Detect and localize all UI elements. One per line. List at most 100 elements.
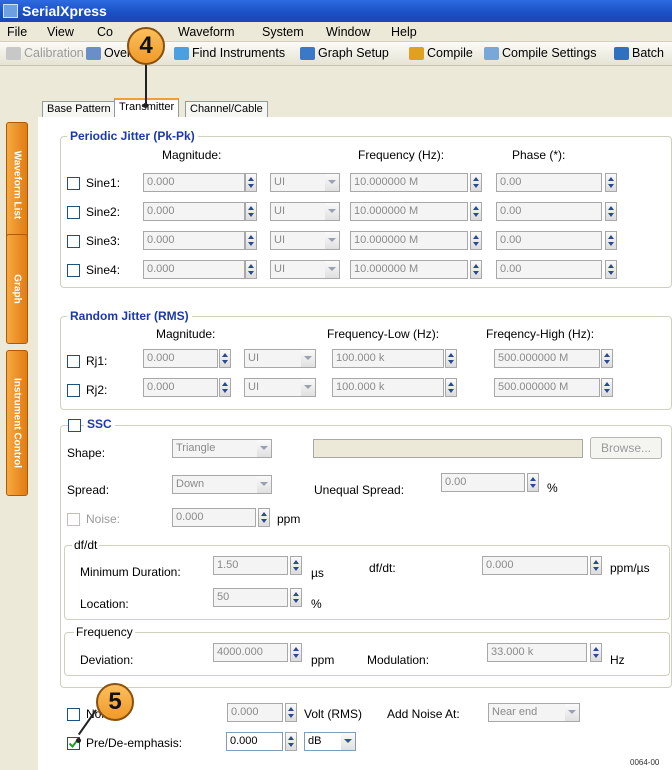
rj2-unit-dropdown[interactable]: UI	[244, 378, 316, 397]
sine2-unit-dropdown[interactable]: UI	[270, 202, 340, 221]
location-unit: %	[311, 597, 322, 611]
rj2-frequency-high-spinner[interactable]	[601, 378, 613, 397]
sine2-phase-spinner[interactable]	[605, 202, 617, 221]
rj2-frequency-low-spinner[interactable]	[445, 378, 457, 397]
batch-button[interactable]: Batch	[614, 46, 664, 60]
deviation-field[interactable]: 4000.000	[213, 643, 288, 662]
unequal-spread-field[interactable]: 0.00	[441, 473, 525, 492]
sine3-unit-dropdown[interactable]: UI	[270, 231, 340, 250]
rj2-label: Rj2:	[86, 383, 108, 397]
rj1-checkbox[interactable]	[67, 355, 80, 368]
rj2-magnitude-spinner[interactable]	[219, 378, 231, 397]
shape-file-field[interactable]	[313, 439, 583, 458]
compile-settings-button[interactable]: Compile Settings	[484, 46, 597, 60]
shape-dropdown[interactable]: Triangle	[172, 439, 272, 458]
sine4-magnitude[interactable]: 0.000	[143, 260, 245, 279]
pre-de-emphasis-spinner[interactable]	[285, 732, 297, 751]
rj1-frequency-high[interactable]: 500.000000 M	[494, 349, 600, 368]
sine4-magnitude-spinner[interactable]	[245, 260, 257, 279]
calibration-button[interactable]: Calibration	[6, 46, 84, 60]
menu-system[interactable]: System	[262, 25, 304, 39]
phase-header: Phase (*):	[512, 148, 566, 162]
sine2-magnitude-spinner[interactable]	[245, 202, 257, 221]
browse-button[interactable]: Browse...	[590, 437, 662, 459]
modulation-field[interactable]: 33.000 k	[487, 643, 587, 662]
location-spinner[interactable]	[290, 588, 302, 607]
sine3-magnitude-spinner[interactable]	[245, 231, 257, 250]
rj2-checkbox[interactable]	[67, 384, 80, 397]
ssc-noise-spinner[interactable]	[258, 508, 270, 527]
sine3-phase[interactable]: 0.00	[496, 231, 602, 250]
pre-de-emphasis-unit-dropdown[interactable]: dB	[304, 732, 356, 751]
sidebar-tab-graph[interactable]: Graph	[6, 234, 28, 344]
pre-de-emphasis-field[interactable]: 0.000	[226, 732, 283, 751]
tab-channel-cable[interactable]: Channel/Cable	[185, 101, 268, 118]
rj1-frequency-low[interactable]: 100.000 k	[332, 349, 444, 368]
sine4-frequency[interactable]: 10.000000 M	[350, 260, 468, 279]
sine2-phase[interactable]: 0.00	[496, 202, 602, 221]
dfdt-unit: ppm/µs	[610, 561, 650, 575]
menu-waveform[interactable]: Waveform	[178, 25, 235, 39]
unequal-spread-spinner[interactable]	[527, 473, 539, 492]
deviation-spinner[interactable]	[290, 643, 302, 662]
noise-checkbox[interactable]	[67, 708, 80, 721]
sine2-frequency-spinner[interactable]	[470, 202, 482, 221]
sine3-checkbox[interactable]	[67, 235, 80, 248]
dfdt-field[interactable]: 0.000	[482, 556, 588, 575]
menu-file[interactable]: File	[7, 25, 27, 39]
menu-view[interactable]: View	[47, 25, 74, 39]
ssc-checkbox[interactable]	[68, 419, 81, 432]
sine4-checkbox[interactable]	[67, 264, 80, 277]
ssc-noise-field[interactable]: 0.000	[172, 508, 256, 527]
rj2-frequency-high[interactable]: 500.000000 M	[494, 378, 600, 397]
sine3-frequency[interactable]: 10.000000 M	[350, 231, 468, 250]
rj1-magnitude-spinner[interactable]	[219, 349, 231, 368]
add-noise-at-dropdown[interactable]: Near end	[488, 703, 580, 722]
sidebar-tab-waveform-list[interactable]: Waveform List	[6, 122, 28, 247]
min-duration-spinner[interactable]	[290, 556, 302, 575]
sidebar-tab-instrument-control[interactable]: Instrument Control	[6, 350, 28, 496]
sine1-checkbox[interactable]	[67, 177, 80, 190]
sine1-frequency[interactable]: 10.000000 M	[350, 173, 468, 192]
ssc-noise-checkbox[interactable]	[67, 513, 80, 526]
rj2-magnitude[interactable]: 0.000	[143, 378, 218, 397]
sine2-checkbox[interactable]	[67, 206, 80, 219]
sine1-phase[interactable]: 0.00	[496, 173, 602, 192]
sine3-frequency-spinner[interactable]	[470, 231, 482, 250]
menu-co[interactable]: Co	[97, 25, 113, 39]
callout-4: 4	[127, 27, 165, 65]
sine3-phase-spinner[interactable]	[605, 231, 617, 250]
sine2-frequency[interactable]: 10.000000 M	[350, 202, 468, 221]
sine1-unit-dropdown[interactable]: UI	[270, 173, 340, 192]
noise-spinner[interactable]	[285, 703, 297, 722]
spread-dropdown[interactable]: Down	[172, 475, 272, 494]
menu-window[interactable]: Window	[326, 25, 370, 39]
rj1-unit-dropdown[interactable]: UI	[244, 349, 316, 368]
find-instruments-button[interactable]: Find Instruments	[174, 46, 285, 60]
sine3-magnitude[interactable]: 0.000	[143, 231, 245, 250]
sine4-frequency-spinner[interactable]	[470, 260, 482, 279]
graph-setup-button[interactable]: Graph Setup	[300, 46, 389, 60]
sine1-phase-spinner[interactable]	[605, 173, 617, 192]
rj2-frequency-low[interactable]: 100.000 k	[332, 378, 444, 397]
sine4-phase[interactable]: 0.00	[496, 260, 602, 279]
noise-field[interactable]: 0.000	[227, 703, 283, 722]
tab-base-pattern[interactable]: Base Pattern	[42, 101, 116, 118]
sine2-magnitude[interactable]: 0.000	[143, 202, 245, 221]
rj1-frequency-low-spinner[interactable]	[445, 349, 457, 368]
compile-button[interactable]: Compile	[409, 46, 473, 60]
sine4-unit-dropdown[interactable]: UI	[270, 260, 340, 279]
sine4-phase-spinner[interactable]	[605, 260, 617, 279]
menu-help[interactable]: Help	[391, 25, 417, 39]
dfdt-spinner[interactable]	[590, 556, 602, 575]
rj1-magnitude[interactable]: 0.000	[143, 349, 218, 368]
sine1-magnitude-spinner[interactable]	[245, 173, 257, 192]
sine1-magnitude[interactable]: 0.000	[143, 173, 245, 192]
dfdt-title: df/dt	[72, 538, 100, 552]
rj1-frequency-high-spinner[interactable]	[601, 349, 613, 368]
sine1-frequency-spinner[interactable]	[470, 173, 482, 192]
min-duration-field[interactable]: 1.50	[213, 556, 288, 575]
dfdt-label: df/dt:	[369, 561, 396, 575]
location-field[interactable]: 50	[213, 588, 288, 607]
modulation-spinner[interactable]	[590, 643, 602, 662]
